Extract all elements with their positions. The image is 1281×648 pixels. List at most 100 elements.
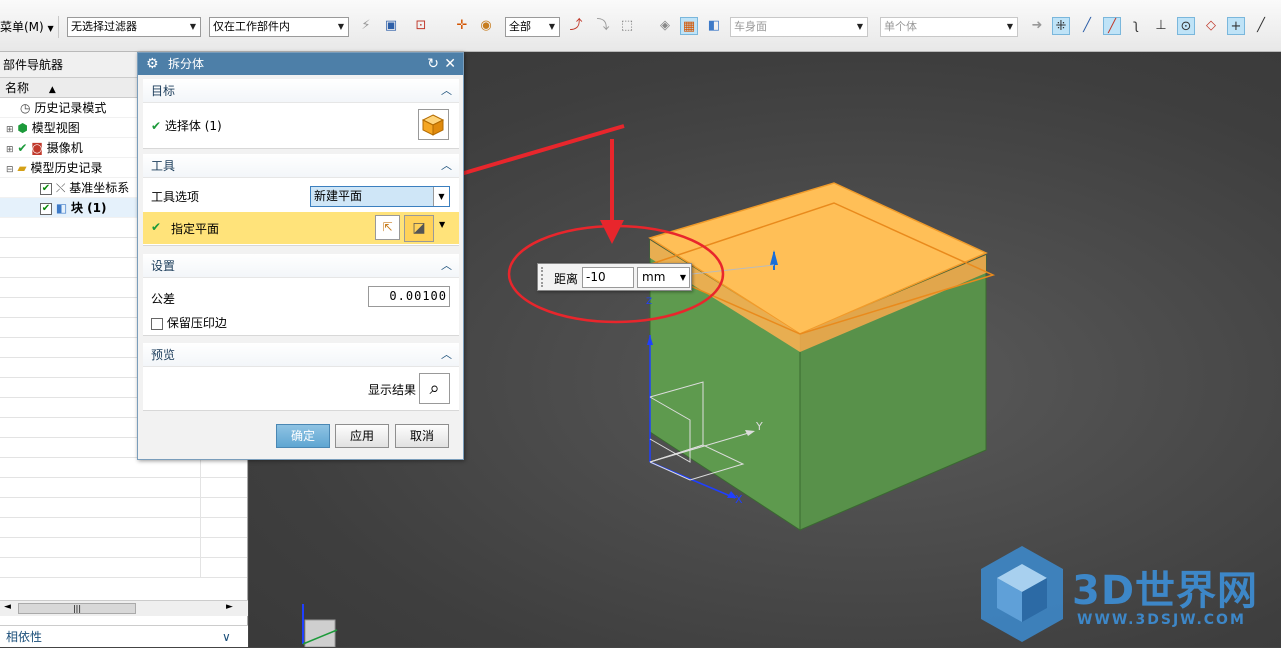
select-body-button[interactable] <box>418 109 449 140</box>
select-all-dropdown[interactable]: 全部 ▼ <box>505 17 560 37</box>
unit-dropdown[interactable]: mm ▼ <box>637 267 690 288</box>
scope-value: 仅在工作部件内 <box>213 20 290 33</box>
horizontal-scrollbar[interactable]: ◄ ||| ► <box>0 600 248 616</box>
top-toolbar: 菜单(M) ▼ 无选择过滤器 ▼ 仅在工作部件内 ▼ ⚡ ▣ ⊡ ✛ ◉ 全部 … <box>0 0 1281 52</box>
chevron-up-icon[interactable]: ︿ <box>441 79 452 103</box>
snap-on-curve-icon[interactable]: ╱ <box>1252 17 1270 35</box>
single-body-dropdown[interactable]: 单个体 ▼ <box>880 17 1018 37</box>
tree-item-label: 历史记录模式 <box>34 101 107 115</box>
column-name-label: 名称 <box>5 81 30 95</box>
snap-quadrant-icon[interactable]: ◇ <box>1202 17 1220 35</box>
cube-icon <box>421 114 445 136</box>
tool-option-dropdown[interactable]: 新建平面 ▼ <box>310 186 450 207</box>
snap-line-icon[interactable]: ╱ <box>1078 17 1096 35</box>
chevron-up-icon[interactable]: ︿ <box>441 343 452 367</box>
filter-icon[interactable]: ⚡ <box>357 17 375 35</box>
plane-icon: ◪ <box>412 220 426 236</box>
arrow-right-icon[interactable]: ➜ <box>1028 17 1046 35</box>
body-type-dropdown[interactable]: 车身面 ▼ <box>730 17 868 37</box>
check-icon: ✔ <box>151 119 162 133</box>
curve-rule-icon[interactable]: ⤴ <box>567 17 585 35</box>
watermark-logo <box>981 546 1063 642</box>
toolbar-divider <box>58 16 59 38</box>
snap-intersection-icon[interactable]: ⊥ <box>1152 17 1170 35</box>
z-axis-label: Z <box>646 297 653 307</box>
body-type-value: 车身面 <box>734 20 767 33</box>
menu-button[interactable]: 菜单(M) ▼ <box>0 18 54 36</box>
close-icon[interactable]: ✕ <box>444 53 456 75</box>
snap-existing-point-icon[interactable]: + <box>1227 17 1245 35</box>
scrollbar-thumb[interactable]: ||| <box>18 603 136 614</box>
plane-dialog-button[interactable]: ◪ <box>404 215 434 242</box>
keep-imprint-checkbox[interactable] <box>151 317 163 330</box>
select-feature-icon[interactable]: ▣ <box>382 17 400 35</box>
body-select-icon[interactable]: ▦ <box>680 17 698 35</box>
tool-option-value: 新建平面 <box>314 189 363 203</box>
chevron-down-icon: ▼ <box>679 273 686 282</box>
scroll-right-icon[interactable]: ► <box>226 602 233 612</box>
reverse-direction-button[interactable]: ⇱ <box>375 215 400 240</box>
visibility-checkbox[interactable]: ✔ <box>40 202 52 215</box>
distance-input[interactable]: -10 <box>582 267 634 288</box>
show-result-button[interactable]: ⌕ <box>419 373 450 404</box>
settings-header-label: 设置 <box>151 259 176 273</box>
select-body-row[interactable]: ✔ 选择体 (1) <box>151 117 222 134</box>
annotation-arrow-left-shaft <box>436 124 625 183</box>
chevron-down-icon: ▼ <box>1006 22 1014 31</box>
tool-section-header[interactable]: 工具 ︿ <box>143 154 459 178</box>
preview-header-label: 预览 <box>151 348 176 362</box>
dependencies-panel-header[interactable]: 相依性 ∨ <box>0 625 248 647</box>
intersect-icon[interactable]: ⤵ <box>594 17 612 35</box>
drag-handle[interactable] <box>541 267 545 287</box>
reverse-direction-icon: ⇱ <box>382 220 393 234</box>
color-filter-icon[interactable]: ◉ <box>477 17 495 35</box>
annotation-arrow-down-head <box>600 220 624 244</box>
x-axis-label: X <box>735 493 743 506</box>
visibility-checkbox[interactable]: ✔ <box>40 182 52 195</box>
solid-body-icon[interactable]: ◧ <box>705 17 723 35</box>
snap-curve-icon[interactable]: ʅ <box>1127 17 1145 35</box>
chevron-down-icon: ▼ <box>856 22 864 31</box>
rectangle-select-icon[interactable]: ⬚ <box>618 17 636 35</box>
settings-section: 设置 ︿ 公差 0.00100 保留压印边 <box>143 254 459 336</box>
keep-imprint-label: 保留压印边 <box>166 316 227 330</box>
expand-icon[interactable]: ⊞ <box>6 145 14 155</box>
eraser-icon[interactable]: ◈ <box>656 17 674 35</box>
preview-section: 预览 ︿ 显示结果 ⌕ <box>143 343 459 411</box>
snap-endpoint-icon[interactable]: ⁜ <box>1052 17 1070 35</box>
add-point-icon[interactable]: ✛ <box>453 17 471 35</box>
snap-point-icon[interactable]: ⊡ <box>412 17 430 35</box>
chevron-up-icon[interactable]: ︿ <box>441 254 452 278</box>
chevron-down-icon[interactable]: ∨ <box>222 626 231 648</box>
chevron-up-icon[interactable]: ︿ <box>441 154 452 178</box>
scope-dropdown[interactable]: 仅在工作部件内 ▼ <box>209 17 349 37</box>
selection-toolbar-row: 菜单(M) ▼ 无选择过滤器 ▼ 仅在工作部件内 ▼ ⚡ ▣ ⊡ ✛ ◉ 全部 … <box>0 14 1281 40</box>
snap-midpoint-icon[interactable]: ╱ <box>1103 17 1121 35</box>
chevron-down-icon[interactable]: ▼ <box>439 220 445 229</box>
snap-center-icon[interactable]: ⊙ <box>1177 17 1195 35</box>
split-body-dialog: ⚙ 拆分体 ↻ ✕ 目标 ︿ ✔ 选择体 (1) 工具 ︿ 工具选项 新建平面 … <box>137 52 464 460</box>
reset-icon[interactable]: ↻ <box>427 53 439 75</box>
settings-section-header[interactable]: 设置 ︿ <box>143 254 459 278</box>
ok-button[interactable]: 确定 <box>276 424 330 448</box>
scroll-left-icon[interactable]: ◄ <box>4 602 11 612</box>
keep-imprint-row[interactable]: 保留压印边 <box>151 314 227 331</box>
tree-item-label: 摄像机 <box>46 141 83 155</box>
show-result-label: 显示结果 <box>368 383 417 397</box>
tolerance-label: 公差 <box>151 292 176 306</box>
cancel-button[interactable]: 取消 <box>395 424 449 448</box>
apply-button[interactable]: 应用 <box>335 424 389 448</box>
preview-section-header[interactable]: 预览 ︿ <box>143 343 459 367</box>
collapse-icon[interactable]: ⊟ <box>6 165 14 175</box>
tolerance-input[interactable]: 0.00100 <box>368 286 450 307</box>
target-section-header[interactable]: 目标 ︿ <box>143 79 459 103</box>
type-filter-dropdown[interactable]: 无选择过滤器 ▼ <box>67 17 201 37</box>
dependencies-label: 相依性 <box>6 630 43 644</box>
tool-option-label: 工具选项 <box>151 190 200 204</box>
dialog-title-bar[interactable]: ⚙ 拆分体 ↻ ✕ <box>138 53 463 75</box>
distance-input-box: 距离 -10 mm ▼ <box>537 263 692 291</box>
expand-icon[interactable]: ⊞ <box>6 125 14 135</box>
folder-open-icon: ▰ <box>17 161 27 175</box>
check-icon: ✔ <box>151 220 162 234</box>
specify-plane-row[interactable]: ✔ 指定平面 ⇱ ◪ ▼ <box>143 212 459 244</box>
